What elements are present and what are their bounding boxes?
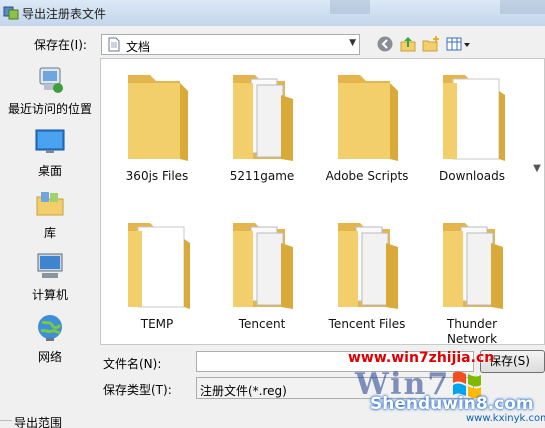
recent-places-icon [39,67,63,93]
place-recent[interactable]: 最近访问的位置 [0,64,100,117]
look-in-label: 保存在(I): [34,38,87,52]
chevron-down-icon: ▼ [349,38,356,48]
new-folder-icon [422,36,439,52]
folder-name: Thunder Network [446,317,498,345]
place-computer[interactable]: 计算机 [0,250,100,303]
place-libraries[interactable]: 库 [0,188,100,241]
folder-name: 360js Files [125,169,189,183]
folder-name: Adobe Scripts [325,169,409,183]
folder-icon [443,75,505,161]
folder-name: Tencent Files [328,317,406,331]
folder-name: Downloads [439,169,505,183]
place-label: 桌面 [37,164,62,178]
network-icon [38,315,62,341]
save-type-label: 保存类型(T): [103,383,172,397]
back-button[interactable] [376,35,394,53]
new-folder-button[interactable] [422,35,440,53]
regedit-icon [3,6,19,20]
scroll-arrow-icon[interactable]: ▼ [530,159,544,179]
folder-item[interactable]: Adobe Scripts [317,65,417,205]
filename-label: 文件名(N): [103,357,162,371]
folder-icon [233,75,293,161]
folder-name: Tencent [238,317,286,331]
folder-name: 5211game [229,169,295,183]
folder-item[interactable]: Downloads [422,65,522,205]
folder-icon [338,75,398,161]
folder-name: TEMP [140,317,174,331]
watermark-sub: www.kxinyk.com [466,413,545,424]
view-menu-button[interactable] [446,35,472,53]
folder-icon [128,223,190,309]
computer-icon [37,253,63,278]
folder-item[interactable]: Tencent Files [317,213,417,344]
export-range-label: 导出范围 [14,416,63,428]
look-in-dropdown[interactable]: 文档 ▼ [101,34,360,55]
title-bar: 导出注册表文件 [0,0,545,26]
view-menu-icon [446,37,470,51]
documents-folder-icon [108,37,120,52]
folder-item[interactable]: Tencent [212,213,312,344]
file-list[interactable]: 360js Files 5211game Adobe Scripts Downl… [100,58,545,345]
watermark-site: Shenduwin8.com [370,394,534,414]
window-title: 导出注册表文件 [22,7,107,21]
folder-item[interactable]: 360js Files [107,65,207,205]
background-window-ghost [330,0,370,14]
folder-item[interactable]: Thunder Network [422,213,522,345]
save-type-value: 注册文件(*.reg) [200,384,287,398]
folder-icon [233,223,293,309]
up-folder-button[interactable] [399,35,417,53]
desktop-icon [35,129,65,153]
folder-icon [338,223,398,309]
folder-icon [443,223,503,309]
export-range-divider [0,420,12,421]
place-label: 最近访问的位置 [7,102,92,116]
place-desktop[interactable]: 桌面 [0,126,100,179]
libraries-icon [36,192,64,216]
place-network[interactable]: 网络 [0,312,100,365]
folder-item[interactable]: 5211game [212,65,312,205]
watermark-url: www.win7zhijia.cn [348,350,495,366]
places-bar: 最近访问的位置 桌面 库 计算机 网络 [0,58,100,378]
folder-item[interactable]: TEMP [107,213,207,344]
place-label: 计算机 [31,288,68,302]
up-folder-icon [400,37,416,52]
place-label: 网络 [37,350,62,364]
folder-icon [128,75,188,161]
place-label: 库 [43,226,56,240]
back-arrow-icon [377,36,393,52]
look-in-value: 文档 [126,40,151,54]
background-window-ghost [500,0,545,14]
